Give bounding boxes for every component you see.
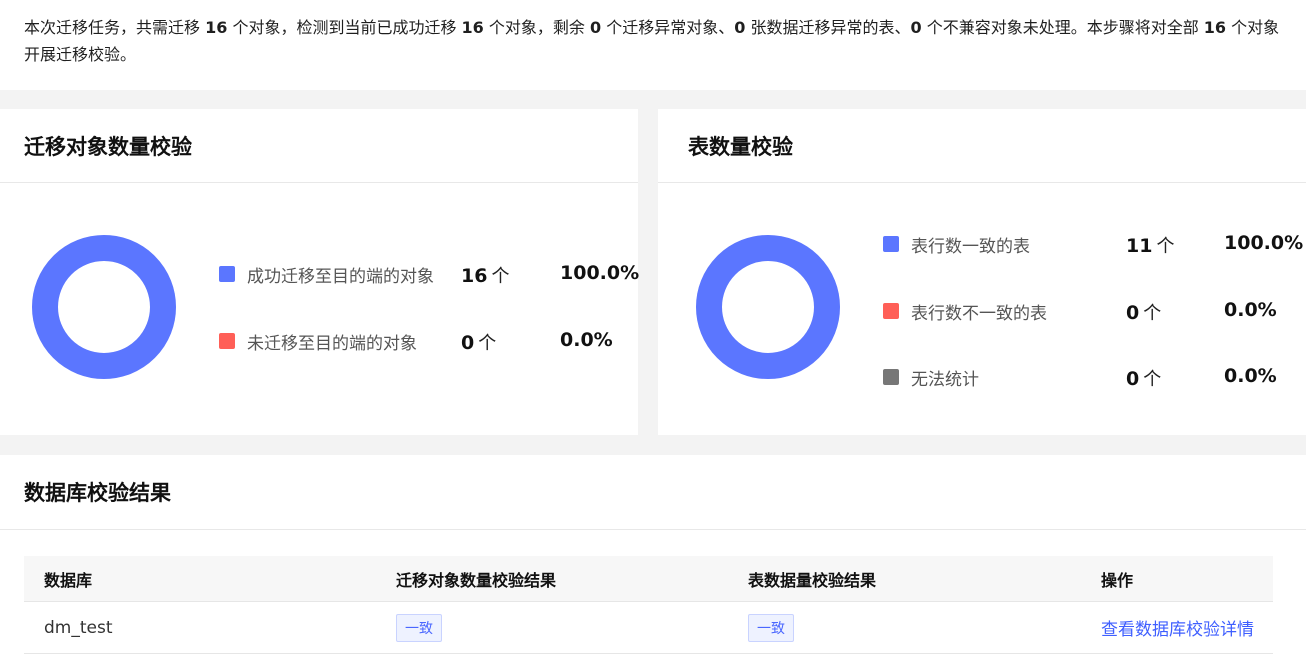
legend-swatch <box>883 236 899 252</box>
count-value: 16 <box>461 265 488 287</box>
legend-percent: 100.0% <box>1224 232 1304 254</box>
legend-row-success: 成功迁移至目的端的对象 <box>219 262 434 287</box>
table-donut-chart <box>696 235 840 379</box>
table-check-card: 表数量校验 表行数一致的表 11 个 100.0% 表行数不一致的表 0个 0.0… <box>658 109 1306 435</box>
header-database: 数据库 <box>44 570 93 590</box>
view-db-verification-details-link[interactable]: 查看数据库校验详情 <box>1101 615 1254 640</box>
summary-number: 0 <box>910 18 922 37</box>
legend-percent: 0.0% <box>1224 365 1277 387</box>
legend-row-failed: 未迁移至目的端的对象 <box>219 329 417 354</box>
legend-row-uncountable: 无法统计 <box>883 365 979 390</box>
count-unit: 个 <box>478 333 497 354</box>
count-value: 11 <box>1126 235 1153 257</box>
summary-part: 个迁移异常对象、 <box>601 18 735 37</box>
cell-database: dm_test <box>44 617 113 638</box>
table-check-title: 表数量校验 <box>658 109 1306 183</box>
migration-donut-chart <box>32 235 176 379</box>
status-badge: 一致 <box>748 613 794 642</box>
summary-text: 本次迁移任务，共需迁移 16 个对象，检测到当前已成功迁移 16 个对象，剩余 … <box>0 0 1306 90</box>
count-value: 0 <box>1126 368 1140 390</box>
summary-part: 本次迁移任务，共需迁移 <box>24 18 206 37</box>
cell-object-result: 一致 <box>396 613 442 642</box>
summary-part: 个对象，剩余 <box>483 18 590 37</box>
summary-number: 0 <box>734 18 746 37</box>
count-value: 0 <box>461 332 475 354</box>
status-badge: 一致 <box>396 613 442 642</box>
count-unit: 个 <box>1143 369 1162 390</box>
legend-label: 表行数不一致的表 <box>911 303 1047 324</box>
legend-label: 表行数一致的表 <box>911 236 1030 257</box>
table-row: dm_test 一致 一致 查看数据库校验详情 <box>24 602 1273 654</box>
count-unit: 个 <box>1156 236 1175 257</box>
migration-check-title: 迁移对象数量校验 <box>0 109 638 183</box>
summary-number: 0 <box>590 18 602 37</box>
count-value: 0 <box>1126 302 1140 324</box>
summary-number: 16 <box>1203 18 1227 37</box>
summary-part: 个对象，检测到当前已成功迁移 <box>227 18 462 37</box>
table-header-row: 数据库 迁移对象数量校验结果 表数据量校验结果 操作 <box>24 556 1273 602</box>
header-action: 操作 <box>1101 570 1134 590</box>
donut-arc-consistent <box>696 235 840 379</box>
legend-row-inconsistent: 表行数不一致的表 <box>883 299 1047 324</box>
legend-count: 0个 <box>1126 365 1161 391</box>
summary-number: 16 <box>205 18 228 37</box>
summary-part: 张数据迁移异常的表、 <box>745 18 911 37</box>
legend-row-consistent: 表行数一致的表 <box>883 232 1030 257</box>
legend-count: 0个 <box>461 329 496 355</box>
results-card: 数据库校验结果 数据库 迁移对象数量校验结果 表数据量校验结果 操作 dm_te… <box>0 455 1306 663</box>
legend-swatch <box>883 303 899 319</box>
cell-table-result: 一致 <box>748 613 794 642</box>
legend-count: 0个 <box>1126 299 1161 325</box>
summary-part: 个不兼容对象未处理。本步骤将对全部 <box>921 18 1204 37</box>
legend-label: 成功迁移至目的端的对象 <box>247 266 434 287</box>
header-table-result: 表数据量校验结果 <box>748 570 877 590</box>
legend-label: 无法统计 <box>911 369 979 390</box>
legend-label: 未迁移至目的端的对象 <box>247 333 417 354</box>
donut-arc-success <box>32 235 176 379</box>
legend-swatch <box>883 369 899 385</box>
results-table: 数据库 迁移对象数量校验结果 表数据量校验结果 操作 dm_test 一致 一致… <box>24 556 1273 654</box>
legend-percent: 0.0% <box>560 329 613 351</box>
header-object-result: 迁移对象数量校验结果 <box>396 570 557 590</box>
legend-swatch <box>219 333 235 349</box>
migration-check-card: 迁移对象数量校验 成功迁移至目的端的对象 16 个 100.0% 未迁移至目的端的… <box>0 109 640 435</box>
legend-percent: 0.0% <box>1224 299 1277 321</box>
legend-swatch <box>219 266 235 282</box>
summary-number: 16 <box>461 18 484 37</box>
results-title: 数据库校验结果 <box>0 455 1306 530</box>
legend-count: 11 个 <box>1126 232 1174 258</box>
count-unit: 个 <box>1143 303 1162 324</box>
count-unit: 个 <box>491 266 510 287</box>
legend-count: 16 个 <box>461 262 509 288</box>
legend-percent: 100.0% <box>560 262 640 284</box>
